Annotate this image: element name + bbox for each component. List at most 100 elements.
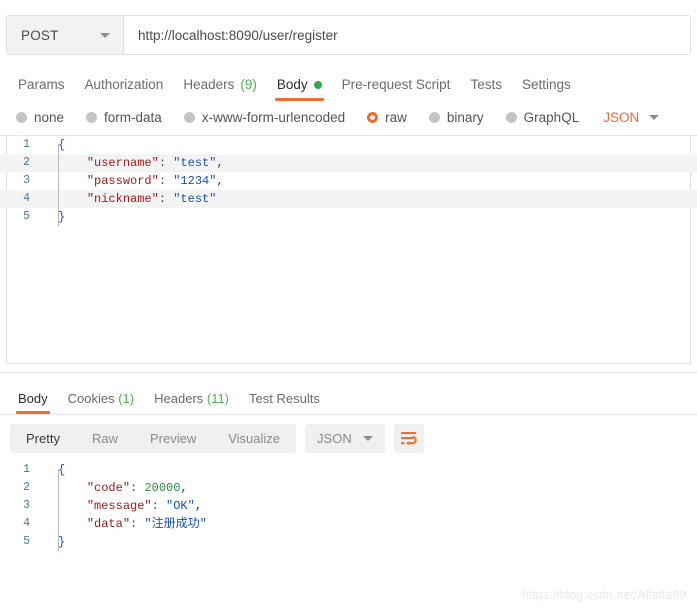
code-line: 4 "data": "注册成功": [0, 515, 697, 533]
chevron-down-icon: [649, 115, 660, 120]
url-input[interactable]: http://localhost:8090/user/register: [124, 16, 690, 54]
code-line: 4 "nickname": "test": [0, 190, 697, 208]
line-number: 5: [23, 210, 30, 223]
tab-label: Body: [276, 77, 308, 92]
response-tab-body[interactable]: Body: [8, 391, 58, 414]
body-type-binary[interactable]: binary: [428, 110, 484, 125]
response-view-raw[interactable]: Raw: [76, 424, 134, 453]
tab-label: Pre-request Script: [341, 77, 451, 92]
response-view-preview[interactable]: Preview: [134, 424, 212, 453]
radio-icon: [505, 112, 517, 123]
code-text: }: [40, 533, 697, 551]
code-line: 2 "username": "test",: [0, 154, 697, 172]
http-method-select[interactable]: POST: [7, 16, 124, 54]
tab-label: Settings: [521, 77, 571, 92]
indent-guide: [58, 469, 59, 551]
request-body-editor[interactable]: 1{2 "username": "test", 3 "password": "12…: [0, 135, 697, 364]
code-line: 3 "message": "OK",: [0, 497, 697, 515]
response-view-pretty[interactable]: Pretty: [10, 424, 76, 453]
body-type-label: none: [34, 110, 65, 125]
code-text: "password": "1234",: [40, 172, 697, 190]
line-number: 2: [23, 156, 30, 169]
tab-count-badge: (1): [114, 391, 135, 406]
watermark: https://blog.csdn.net/Alfalfa99: [522, 588, 686, 602]
tab-label: Tests: [470, 77, 502, 92]
json-key: "username": [86, 156, 159, 170]
code-line: 3 "password": "1234",: [0, 172, 697, 190]
body-type-label: x-www-form-urlencoded: [201, 110, 346, 125]
request-tab-params[interactable]: Params: [8, 77, 75, 101]
tab-label: Headers: [154, 391, 204, 406]
json-key: "code": [86, 481, 131, 495]
json-colon: :: [151, 499, 167, 513]
json-brace: }: [58, 210, 66, 224]
tab-label: Headers: [183, 77, 235, 92]
request-tab-settings[interactable]: Settings: [512, 77, 581, 101]
request-url-bar: POST http://localhost:8090/user/register: [6, 15, 691, 55]
code-text: "nickname": "test": [40, 190, 697, 208]
radio-icon: [86, 112, 98, 123]
code-text: {: [40, 136, 697, 154]
tab-label: Cookies: [67, 391, 115, 406]
tab-label: Params: [18, 77, 65, 92]
body-type-radio-group: none form-data x-www-form-urlencoded raw bin…: [0, 101, 697, 135]
json-colon: :: [158, 156, 174, 170]
request-tab-bar: Params Authorization Headers (9) Body Pre-req…: [0, 69, 697, 101]
radio-icon: [16, 112, 27, 123]
tab-count-badge: (11): [203, 391, 230, 406]
code-line: 5}: [0, 208, 697, 226]
raw-format-select[interactable]: JSON: [603, 110, 660, 125]
response-view-switcher: Pretty Raw Preview Visualize: [10, 424, 297, 453]
code-line: 2 "code": 20000,: [0, 479, 697, 497]
body-type-x-www-form-urlencoded[interactable]: x-www-form-urlencoded: [183, 110, 346, 125]
response-tab-bar: Body Cookies (1) Headers (11) Test Results: [0, 383, 697, 414]
body-type-graphql[interactable]: GraphQL: [505, 110, 580, 125]
request-tab-tests[interactable]: Tests: [460, 77, 512, 101]
json-comma: ,: [180, 481, 188, 495]
request-tab-authorization[interactable]: Authorization: [75, 77, 174, 101]
response-tab-cookies[interactable]: Cookies (1): [58, 391, 144, 414]
chevron-down-icon: [362, 436, 373, 441]
line-number: 1: [23, 138, 30, 151]
body-type-raw[interactable]: raw: [367, 110, 407, 125]
json-key: "password": [86, 174, 159, 188]
request-tab-body[interactable]: Body: [267, 77, 332, 101]
code-line: 5}: [0, 533, 697, 551]
json-value: "test": [173, 192, 217, 206]
response-format-select[interactable]: JSON: [305, 424, 385, 453]
body-type-label: raw: [385, 110, 407, 125]
code-text: }: [40, 208, 697, 226]
json-colon: :: [158, 192, 174, 206]
request-tab-pre-request-script[interactable]: Pre-request Script: [332, 77, 461, 101]
line-number: 2: [23, 481, 30, 494]
response-tab-headers[interactable]: Headers (11): [144, 391, 239, 414]
json-comma: ,: [216, 156, 224, 170]
radio-icon: [428, 112, 440, 123]
line-number: 3: [23, 499, 30, 512]
http-method-label: POST: [21, 27, 59, 43]
pane-divider[interactable]: [0, 372, 697, 373]
raw-format-label: JSON: [603, 110, 640, 125]
response-format-label: JSON: [317, 431, 352, 446]
json-value: "1234": [173, 174, 217, 188]
code-line: 1{: [0, 461, 697, 479]
code-text: "data": "注册成功": [40, 515, 697, 533]
response-tab-test-results[interactable]: Test Results: [239, 391, 330, 414]
body-type-label: GraphQL: [523, 110, 580, 125]
line-number: 3: [23, 174, 30, 187]
body-type-form-data[interactable]: form-data: [86, 110, 162, 125]
body-type-none[interactable]: none: [16, 110, 64, 125]
code-line: 1{: [0, 136, 697, 154]
response-view-toolbar: Pretty Raw Preview Visualize JSON: [0, 415, 697, 461]
request-tab-headers[interactable]: Headers (9): [173, 77, 267, 101]
json-value: "OK": [166, 499, 195, 513]
response-body-editor[interactable]: 1{2 "code": 20000, 3 "message": "OK", 4 "d…: [0, 461, 697, 559]
json-value: "test": [173, 156, 217, 170]
json-colon: :: [130, 517, 145, 531]
json-key: "message": [86, 499, 152, 513]
word-wrap-button[interactable]: [393, 424, 424, 453]
code-text: "username": "test",: [40, 154, 697, 172]
tab-count-badge: (9): [240, 77, 257, 92]
line-number: 1: [23, 463, 30, 476]
response-view-visualize[interactable]: Visualize: [212, 424, 296, 453]
